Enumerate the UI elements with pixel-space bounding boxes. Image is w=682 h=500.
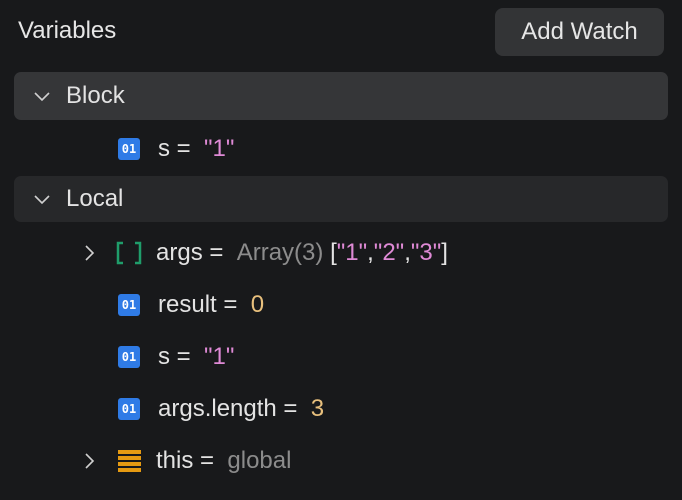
primitive-icon: 01 (118, 346, 140, 368)
preview-open: [ (330, 239, 337, 266)
equals-sign: = (200, 447, 215, 474)
variable-name: s (158, 135, 170, 162)
chevron-right-icon[interactable] (82, 243, 98, 263)
variable-value: "1" (204, 343, 235, 370)
equals-sign: = (283, 395, 298, 422)
variable-value: "1" (204, 135, 235, 162)
variable-value: 3 (310, 395, 325, 422)
section-label: Block (66, 82, 125, 109)
primitive-icon: 01 (118, 138, 140, 160)
preview-item: "2" (373, 239, 405, 266)
primitive-icon: 01 (118, 294, 140, 316)
variable-value: global (227, 447, 292, 474)
chevron-down-icon (34, 195, 50, 205)
variable-name: args (156, 239, 203, 266)
equals-sign: = (176, 135, 191, 162)
panel-title: Variables (18, 17, 117, 44)
preview-item: "1" (336, 239, 368, 266)
variable-row-args[interactable]: args = Array(3) ["1", "2", "3"] (82, 227, 448, 279)
chevron-right-icon[interactable] (82, 451, 98, 471)
variable-value: 0 (250, 291, 265, 318)
equals-sign: = (176, 343, 191, 370)
variable-name: s (158, 343, 170, 370)
section-local-header[interactable]: Local (14, 176, 668, 222)
type-label: Array(3) (236, 239, 324, 266)
preview-close: ] (441, 239, 448, 266)
preview-item: "3" (410, 239, 442, 266)
section-label: Local (66, 185, 124, 212)
variable-row-args-length[interactable]: 01 args.length = 3 (118, 383, 324, 435)
variable-row-result[interactable]: 01 result = 0 (118, 279, 264, 331)
chevron-down-icon (34, 92, 50, 102)
object-icon (118, 450, 141, 472)
section-block-header[interactable]: Block (14, 72, 668, 120)
preview-sep: , (367, 239, 374, 266)
variable-row[interactable]: 01 s = "1" (118, 123, 234, 175)
variable-name: args.length (158, 395, 277, 422)
equals-sign: = (223, 291, 238, 318)
variable-row-s[interactable]: 01 s = "1" (118, 331, 234, 383)
variable-name: this (156, 447, 194, 474)
variable-row-this[interactable]: this = global (82, 435, 291, 487)
array-icon (116, 241, 142, 265)
equals-sign: = (209, 239, 224, 266)
variable-name: result (158, 291, 217, 318)
add-watch-button[interactable]: Add Watch (495, 8, 664, 56)
preview-sep: , (404, 239, 411, 266)
primitive-icon: 01 (118, 398, 140, 420)
